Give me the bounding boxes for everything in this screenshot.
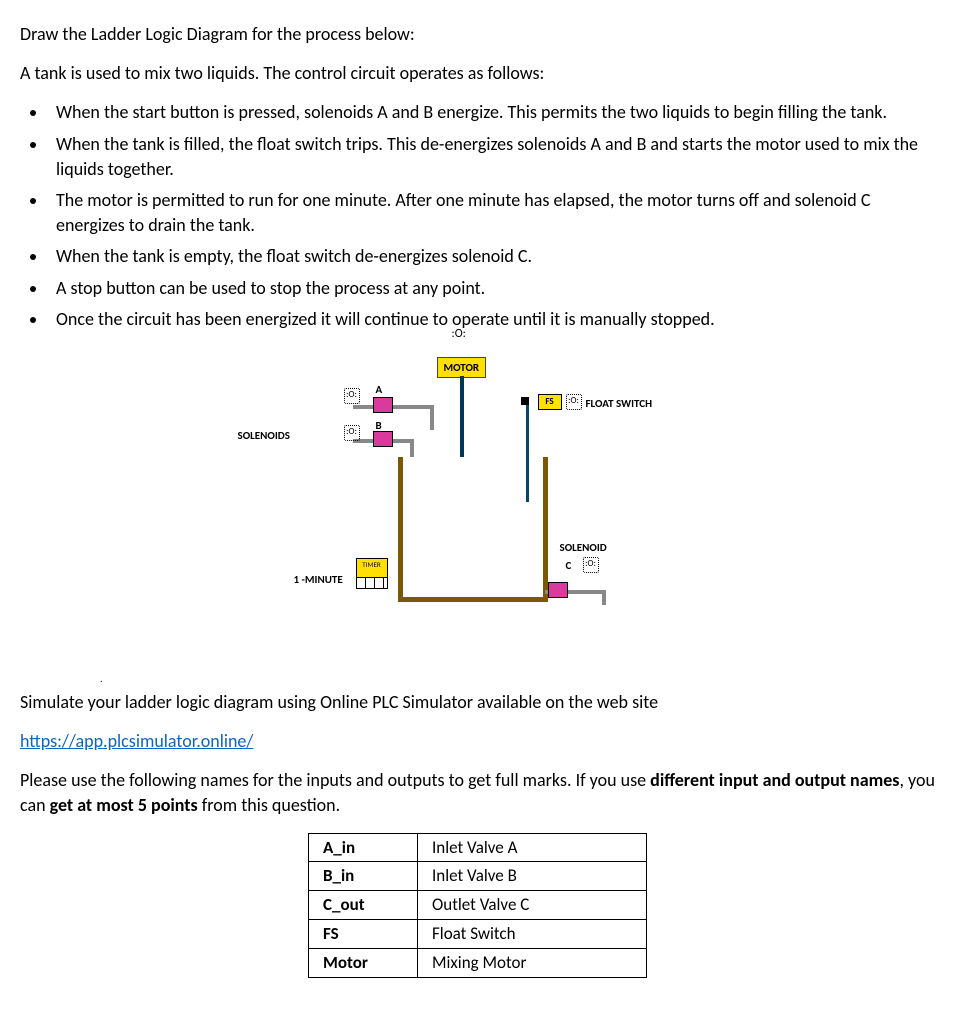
pipe-b-bend [410, 439, 414, 459]
cell-key: A_in [309, 833, 418, 862]
float-pipe [526, 402, 529, 502]
motor-led-icon: :O: [452, 326, 466, 343]
solenoid-c-label: SOLENOID [560, 540, 607, 555]
naming-bold-2: get at most 5 points [50, 794, 198, 816]
valve-c-icon [548, 582, 568, 598]
float-ball-icon [521, 397, 529, 405]
float-switch-label: FLOAT SWITCH [586, 396, 653, 411]
simulate-text: Simulate your ladder logic diagram using… [20, 690, 935, 715]
cell-key: B_in [309, 862, 418, 891]
cell-val: Inlet Valve A [418, 833, 647, 862]
cell-key: FS [309, 920, 418, 949]
timer-box: TIMER [356, 558, 388, 579]
table-row: B_inInlet Valve B [309, 862, 647, 891]
list-item: Once the circuit has been energized it w… [48, 307, 935, 332]
valve-b-icon [373, 431, 393, 447]
names-table: A_inInlet Valve A B_inInlet Valve B C_ou… [308, 833, 647, 978]
list-item: When the tank is empty, the float switch… [48, 244, 935, 269]
pipe-c-bend [602, 590, 606, 605]
naming-text-c: from this question. [198, 794, 340, 816]
led-a-icon: :O: [344, 388, 360, 404]
pipe-a [353, 405, 433, 409]
pipe-a-bend [430, 405, 434, 430]
cell-val: Inlet Valve B [418, 862, 647, 891]
timer-label: 1 -MINUTE [294, 572, 343, 587]
label-b: B [376, 418, 382, 433]
page-title: Draw the Ladder Logic Diagram for the pr… [20, 22, 935, 47]
list-item: When the start button is pressed, soleno… [48, 100, 935, 125]
dot-marker: . [100, 672, 935, 686]
cell-val: Mixing Motor [418, 948, 647, 977]
timer-strip-icon [356, 577, 388, 589]
label-c: C [566, 558, 572, 573]
table-row: FSFloat Switch [309, 920, 647, 949]
label-a: A [376, 382, 383, 397]
table-row: A_inInlet Valve A [309, 833, 647, 862]
led-c-icon: :O: [583, 557, 599, 573]
cell-val: Float Switch [418, 920, 647, 949]
table-row: MotorMixing Motor [309, 948, 647, 977]
bullet-list: When the start button is pressed, soleno… [20, 100, 935, 332]
cell-key: C_out [309, 891, 418, 920]
simulator-link[interactable]: https://app.plcsimulator.online/ [20, 730, 253, 752]
list-item: A stop button can be used to stop the pr… [48, 276, 935, 301]
naming-text-a: Please use the following names for the i… [20, 769, 650, 791]
float-switch-box: FS [538, 394, 562, 410]
solenoids-label: SOLENOIDS [238, 428, 290, 443]
list-item: The motor is permitted to run for one mi… [48, 188, 935, 238]
led-fs-icon: :O: [566, 394, 582, 410]
list-item: When the tank is filled, the float switc… [48, 132, 935, 182]
table-row: C_outOutlet Valve C [309, 891, 647, 920]
cell-key: Motor [309, 948, 418, 977]
valve-a-icon [373, 397, 393, 413]
cell-val: Outlet Valve C [418, 891, 647, 920]
naming-bold-1: different input and output names [650, 769, 899, 791]
led-b-icon: :O: [344, 425, 360, 441]
process-diagram: :O: MOTOR :O: A :O: B SOLENOIDS TIMER 1 … [248, 342, 708, 622]
naming-instructions: Please use the following names for the i… [20, 768, 935, 818]
intro-text: A tank is used to mix two liquids. The c… [20, 61, 935, 86]
